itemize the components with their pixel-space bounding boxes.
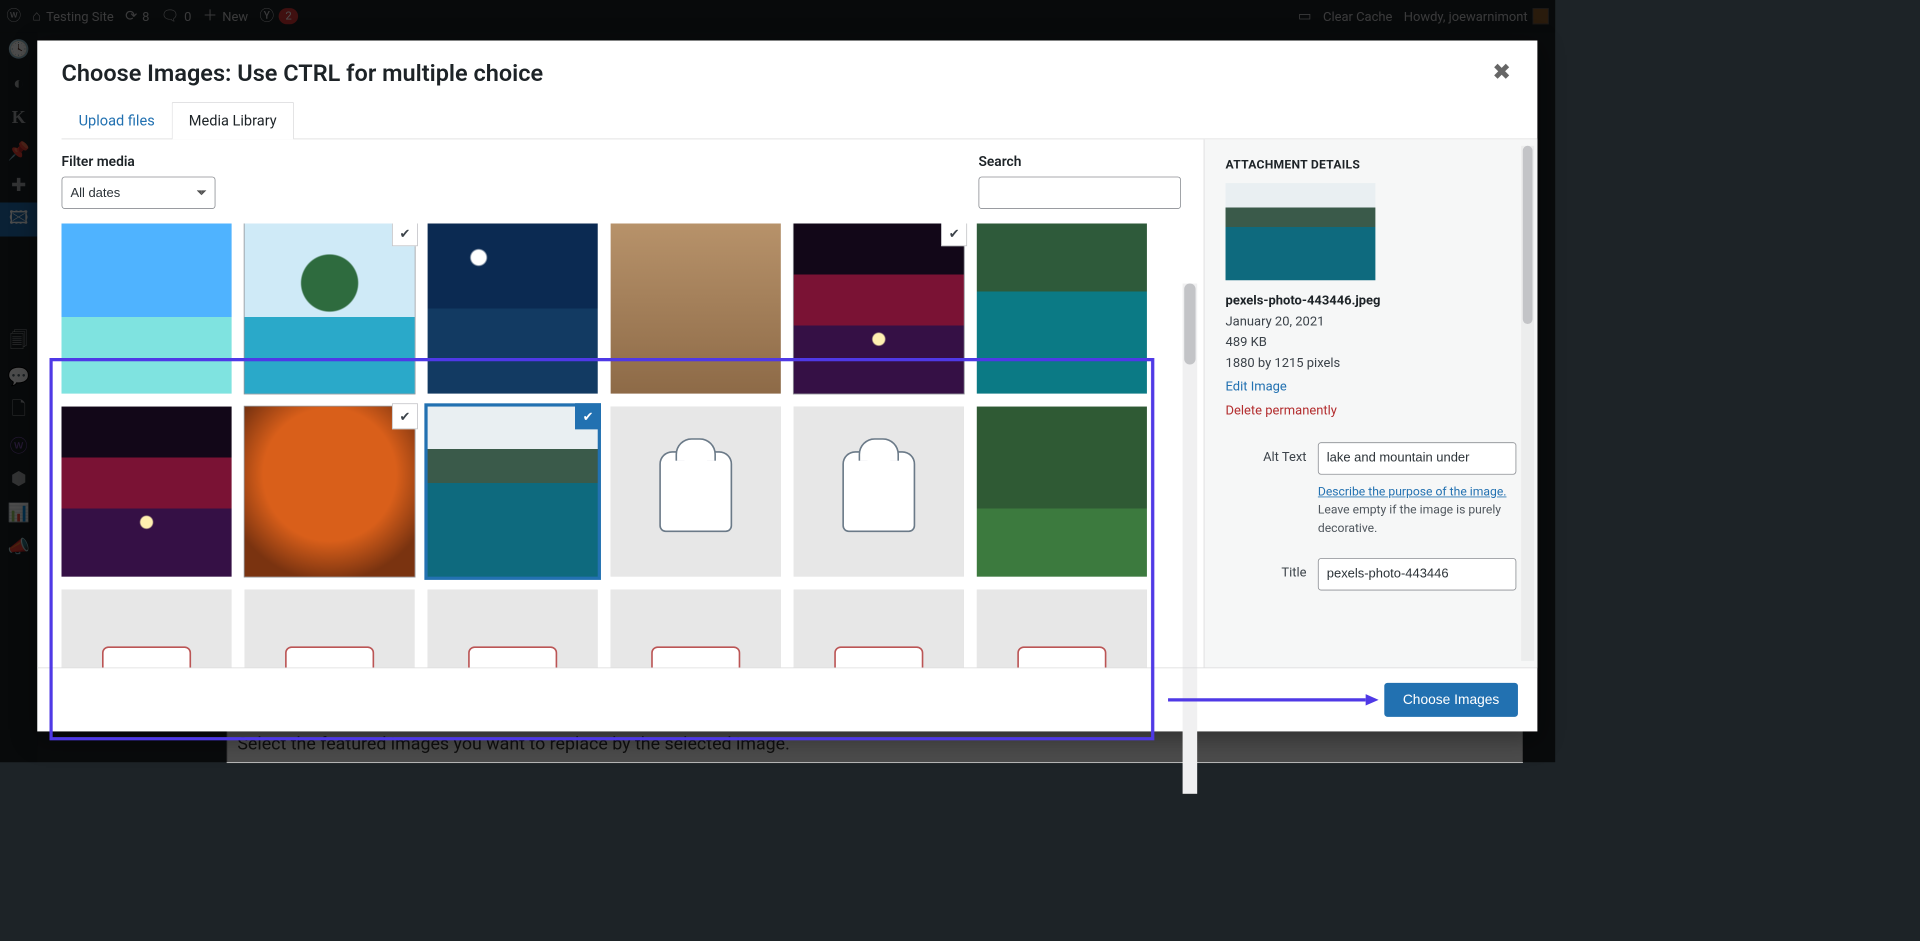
media-thumbnail (794, 590, 964, 668)
media-grid: ✔✔✔✔ (62, 224, 1178, 668)
attachment-date: January 20, 2021 (1226, 311, 1517, 332)
media-item[interactable]: ✔ (245, 407, 415, 577)
media-item[interactable] (977, 590, 1147, 668)
media-thumbnail (62, 224, 232, 394)
delete-link[interactable]: Delete permanently (1226, 403, 1337, 418)
check-icon[interactable]: ✔ (575, 403, 601, 429)
attachment-heading: ATTACHMENT DETAILS (1226, 157, 1517, 172)
modal-body: Filter media All dates Search ✔✔✔✔ ATTAC… (37, 139, 1537, 667)
media-item[interactable] (62, 224, 232, 394)
media-item[interactable] (611, 224, 781, 394)
media-item[interactable]: ✔ (428, 407, 598, 577)
annotation-arrow-icon (1168, 694, 1379, 705)
media-thumbnail (428, 224, 598, 394)
media-thumbnail (62, 590, 232, 668)
tee-icon (102, 646, 191, 667)
tee-icon (468, 646, 557, 667)
filter-bar: Filter media All dates Search (62, 154, 1181, 209)
attachment-thumbnail (1226, 183, 1376, 280)
scrollbar-thumb[interactable] (1184, 284, 1195, 365)
media-thumbnail (794, 407, 964, 577)
media-item[interactable] (611, 407, 781, 577)
modal-footer: Choose Images (37, 667, 1537, 731)
attachment-size: 489 KB (1226, 331, 1517, 352)
media-item[interactable] (794, 407, 964, 577)
edit-image-link[interactable]: Edit Image (1226, 379, 1287, 394)
choose-images-button[interactable]: Choose Images (1384, 683, 1518, 717)
media-item[interactable] (611, 590, 781, 668)
modal-title: Choose Images: Use CTRL for multiple cho… (62, 60, 1514, 88)
media-main: Filter media All dates Search ✔✔✔✔ (37, 139, 1203, 667)
alt-text-row: Alt Text Describe the purpose of the ima… (1226, 442, 1517, 537)
tee-icon (285, 646, 374, 667)
tee-icon (834, 646, 923, 667)
check-icon[interactable]: ✔ (941, 224, 967, 247)
media-thumbnail (245, 407, 415, 577)
media-item[interactable]: ✔ (794, 224, 964, 394)
title-row: Title (1226, 558, 1517, 590)
media-item[interactable] (794, 590, 964, 668)
modal-header: Choose Images: Use CTRL for multiple cho… (37, 41, 1537, 88)
media-thumbnail (428, 590, 598, 668)
search-input[interactable] (978, 177, 1181, 209)
close-button[interactable]: ✖ (1484, 53, 1520, 89)
close-icon: ✖ (1492, 58, 1511, 85)
attachment-details-panel: ATTACHMENT DETAILS pexels-photo-443446.j… (1204, 139, 1538, 667)
tee-icon (1017, 646, 1106, 667)
alt-text-input[interactable] (1318, 442, 1516, 474)
media-item[interactable] (977, 224, 1147, 394)
date-filter-select[interactable]: All dates (62, 177, 216, 209)
title-label: Title (1226, 558, 1307, 580)
media-thumbnail (428, 407, 598, 577)
hoodie-icon (842, 451, 915, 532)
tab-media-library[interactable]: Media Library (172, 102, 294, 139)
media-thumbnail (977, 407, 1147, 577)
media-modal: Choose Images: Use CTRL for multiple cho… (37, 41, 1537, 732)
alt-help-text: Describe the purpose of the image. Leave… (1318, 482, 1516, 537)
title-input[interactable] (1318, 558, 1516, 590)
media-thumbnail (62, 407, 232, 577)
media-thumbnail (245, 590, 415, 668)
media-thumbnail (245, 224, 415, 394)
panel-scroll-thumb[interactable] (1523, 146, 1533, 324)
attachment-dims: 1880 by 1215 pixels (1226, 352, 1517, 373)
tee-icon (651, 646, 740, 667)
media-thumbnail (611, 590, 781, 668)
media-thumbnail (611, 407, 781, 577)
media-thumbnail (794, 224, 964, 394)
check-icon[interactable]: ✔ (392, 224, 418, 247)
search-label: Search (978, 154, 1181, 170)
modal-tabs: Upload files Media Library (62, 102, 1538, 139)
media-item[interactable] (62, 407, 232, 577)
alt-help-link[interactable]: Describe the purpose of the image. (1318, 484, 1507, 499)
attachment-filename: pexels-photo-443446.jpeg (1226, 290, 1517, 311)
media-grid-scroll[interactable]: ✔✔✔✔ (62, 224, 1181, 668)
hoodie-icon (659, 451, 732, 532)
media-thumbnail (977, 590, 1147, 668)
media-thumbnail (977, 224, 1147, 394)
check-icon[interactable]: ✔ (392, 403, 418, 429)
media-item[interactable]: ✔ (245, 224, 415, 394)
alt-label: Alt Text (1226, 442, 1307, 464)
media-item[interactable] (428, 590, 598, 668)
tab-upload[interactable]: Upload files (62, 102, 172, 139)
media-item[interactable] (62, 590, 232, 668)
media-item[interactable] (245, 590, 415, 668)
media-item[interactable] (428, 224, 598, 394)
media-thumbnail (611, 224, 781, 394)
attachment-meta: pexels-photo-443446.jpeg January 20, 202… (1226, 290, 1517, 421)
panel-scrollbar[interactable] (1521, 146, 1534, 661)
filter-label: Filter media (62, 154, 216, 170)
media-item[interactable] (977, 407, 1147, 577)
